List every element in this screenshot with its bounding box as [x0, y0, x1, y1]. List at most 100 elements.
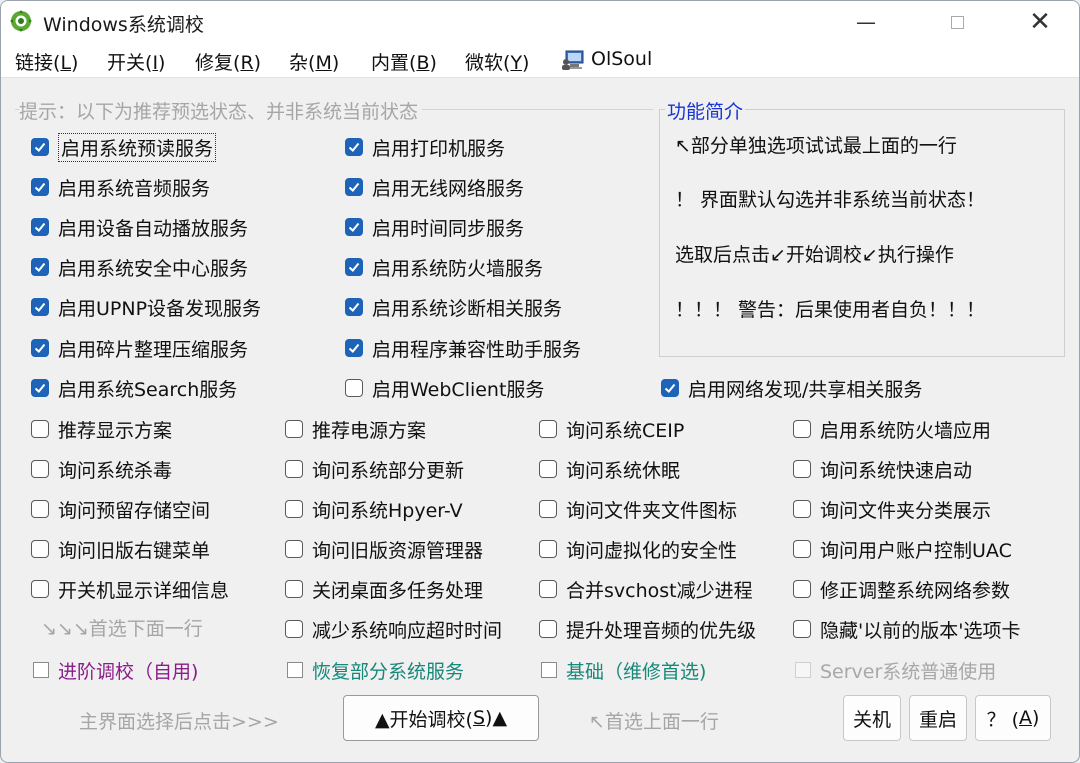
checkbox-diagnostics[interactable]: 启用系统诊断相关服务: [345, 292, 562, 322]
menu-repair[interactable]: 修复(R): [195, 48, 261, 75]
option-checkbox[interactable]: 询问旧版右键菜单: [31, 534, 210, 564]
menu-links[interactable]: 链接(L): [15, 48, 78, 75]
checkbox-checked[interactable]: [345, 218, 363, 236]
checkbox-checked[interactable]: [345, 258, 363, 276]
checkbox-checked[interactable]: [345, 339, 363, 357]
preset-restore-services[interactable]: 恢复部分系统服务: [287, 655, 464, 685]
checkbox-unchecked[interactable]: [539, 620, 557, 638]
checkbox-unchecked[interactable]: [793, 500, 811, 518]
preset-advanced[interactable]: 进阶调校（自用): [33, 655, 198, 685]
option-checkbox[interactable]: 询问系统CEIP: [539, 414, 684, 444]
checkbox-time-sync[interactable]: 启用时间同步服务: [345, 212, 524, 242]
preset-label: 基础（维修首选): [566, 660, 707, 683]
checkbox-unchecked[interactable]: [539, 540, 557, 558]
option-checkbox[interactable]: 询问用户账户控制UAC: [793, 534, 1012, 564]
checkbox-unchecked[interactable]: [539, 420, 557, 438]
option-checkbox[interactable]: 推荐电源方案: [285, 414, 426, 444]
checkbox-printer[interactable]: 启用打印机服务: [345, 132, 505, 162]
checkbox-checked[interactable]: [31, 218, 49, 236]
option-checkbox[interactable]: 关闭桌面多任务处理: [285, 574, 483, 604]
shutdown-button[interactable]: 关机: [843, 695, 901, 741]
option-checkbox[interactable]: 询问系统快速启动: [793, 454, 972, 484]
checkbox-unchecked[interactable]: [793, 540, 811, 558]
checkbox-webclient[interactable]: 启用WebClient服务: [345, 373, 544, 403]
option-checkbox[interactable]: 询问系统部分更新: [285, 454, 464, 484]
checkbox-disabled: [795, 662, 811, 678]
title-bar[interactable]: Windows系统调校 — ✕: [1, 1, 1079, 43]
option-checkbox[interactable]: 询问系统Hpyer-V: [285, 494, 463, 524]
option-checkbox[interactable]: 询问虚拟化的安全性: [539, 534, 737, 564]
checkbox-unchecked[interactable]: [285, 460, 303, 478]
checkbox-unchecked[interactable]: [541, 662, 557, 678]
checkbox-unchecked[interactable]: [285, 420, 303, 438]
option-checkbox[interactable]: 合并svchost减少进程: [539, 574, 753, 604]
checkbox-unchecked[interactable]: [31, 580, 49, 598]
menu-accel: Y: [510, 52, 523, 74]
checkbox-system-prefetch[interactable]: 启用系统预读服务: [31, 132, 217, 162]
checkbox-unchecked[interactable]: [539, 460, 557, 478]
checkbox-security-center[interactable]: 启用系统安全中心服务: [31, 252, 248, 282]
option-checkbox[interactable]: 询问文件夹文件图标: [539, 494, 737, 524]
checkbox-compat-assistant[interactable]: 启用程序兼容性助手服务: [345, 333, 581, 363]
menu-user[interactable]: OlSoul: [591, 48, 652, 70]
checkbox-unchecked[interactable]: [31, 420, 49, 438]
option-checkbox[interactable]: 隐藏'以前的版本'选项卡: [793, 614, 1020, 644]
menu-misc[interactable]: 杂(M): [289, 48, 339, 75]
checkbox-autoplay[interactable]: 启用设备自动播放服务: [31, 212, 248, 242]
help-button[interactable]: ？ (A): [975, 695, 1051, 741]
checkbox-upnp[interactable]: 启用UPNP设备发现服务: [31, 292, 261, 322]
menu-builtin[interactable]: 内置(B): [371, 48, 437, 75]
checkbox-unchecked[interactable]: [285, 620, 303, 638]
checkbox-checked[interactable]: [31, 379, 49, 397]
checkbox-search[interactable]: 启用系统Search服务: [31, 373, 237, 403]
checkbox-checked[interactable]: [31, 138, 49, 156]
checkbox-checked[interactable]: [345, 178, 363, 196]
checkbox-label: 启用系统安全中心服务: [58, 257, 249, 280]
option-checkbox[interactable]: 减少系统响应超时时间: [285, 614, 502, 644]
checkbox-checked[interactable]: [31, 298, 49, 316]
checkbox-unchecked[interactable]: [539, 580, 557, 598]
preset-basic[interactable]: 基础（维修首选): [541, 655, 706, 685]
menu-switches[interactable]: 开关(I): [107, 48, 165, 75]
checkbox-checked[interactable]: [31, 339, 49, 357]
checkbox-unchecked[interactable]: [345, 379, 363, 397]
checkbox-checked[interactable]: [31, 178, 49, 196]
checkbox-checked[interactable]: [661, 379, 679, 397]
minimize-button[interactable]: —: [843, 1, 889, 43]
checkbox-unchecked[interactable]: [285, 580, 303, 598]
checkbox-unchecked[interactable]: [31, 500, 49, 518]
checkbox-checked[interactable]: [31, 258, 49, 276]
checkbox-unchecked[interactable]: [793, 420, 811, 438]
option-checkbox[interactable]: 询问系统杀毒: [31, 454, 172, 484]
checkbox-firewall-service[interactable]: 启用系统防火墙服务: [345, 252, 543, 282]
option-checkbox[interactable]: 提升处理音频的优先级: [539, 614, 756, 644]
restart-button[interactable]: 重启: [909, 695, 967, 741]
checkbox-unchecked[interactable]: [793, 460, 811, 478]
option-checkbox[interactable]: 启用系统防火墙应用: [793, 414, 991, 444]
checkbox-wireless[interactable]: 启用无线网络服务: [345, 172, 524, 202]
checkbox-unchecked[interactable]: [285, 500, 303, 518]
checkbox-unchecked[interactable]: [31, 540, 49, 558]
checkbox-network-discovery[interactable]: 启用网络发现/共享相关服务: [661, 373, 922, 403]
option-checkbox[interactable]: 询问系统休眠: [539, 454, 680, 484]
option-checkbox[interactable]: 开关机显示详细信息: [31, 574, 229, 604]
checkbox-checked[interactable]: [345, 298, 363, 316]
checkbox-unchecked[interactable]: [287, 662, 303, 678]
checkbox-unchecked[interactable]: [285, 540, 303, 558]
option-checkbox[interactable]: 询问预留存储空间: [31, 494, 210, 524]
checkbox-unchecked[interactable]: [539, 500, 557, 518]
option-checkbox[interactable]: 询问文件夹分类展示: [793, 494, 991, 524]
close-button[interactable]: ✕: [1017, 1, 1063, 43]
start-tuning-button[interactable]: ▲开始调校(S)▲: [343, 695, 539, 741]
checkbox-unchecked[interactable]: [33, 662, 49, 678]
checkbox-unchecked[interactable]: [31, 460, 49, 478]
option-checkbox[interactable]: 询问旧版资源管理器: [285, 534, 483, 564]
checkbox-unchecked[interactable]: [793, 620, 811, 638]
checkbox-audio[interactable]: 启用系统音频服务: [31, 172, 210, 202]
option-checkbox[interactable]: 推荐显示方案: [31, 414, 172, 444]
checkbox-checked[interactable]: [345, 138, 363, 156]
checkbox-defrag[interactable]: 启用碎片整理压缩服务: [31, 333, 248, 363]
option-checkbox[interactable]: 修正调整系统网络参数: [793, 574, 1010, 604]
checkbox-unchecked[interactable]: [793, 580, 811, 598]
menu-microsoft[interactable]: 微软(Y): [465, 48, 529, 75]
